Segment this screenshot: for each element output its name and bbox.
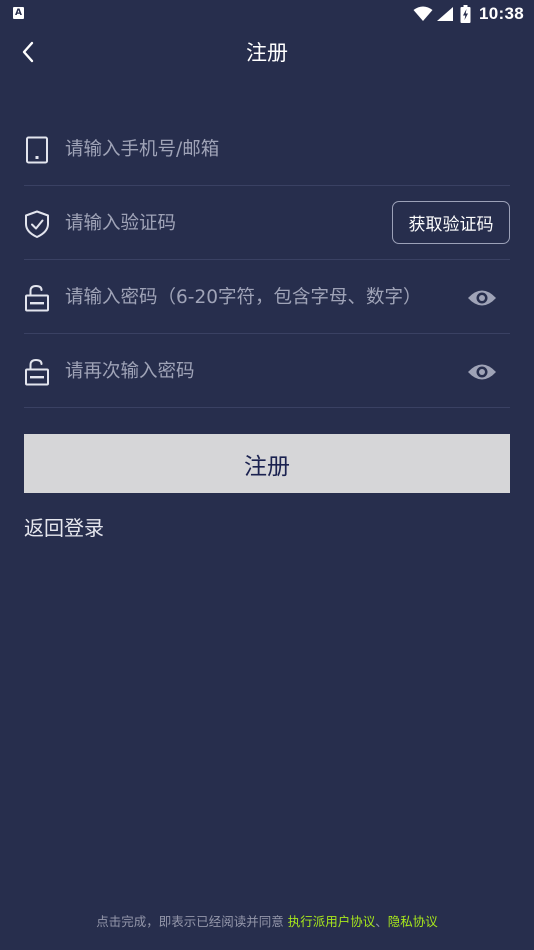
agreement-prefix: 点击完成，即表示已经阅读并同意 (96, 914, 288, 929)
shield-check-icon (24, 210, 50, 238)
get-code-button[interactable]: 获取验证码 (392, 201, 510, 244)
password-input[interactable] (65, 282, 455, 312)
password-confirm-row (24, 334, 510, 408)
status-time: 10:38 (479, 4, 524, 23)
account-input[interactable] (65, 134, 455, 164)
status-indicators: 10:38 (413, 4, 524, 24)
code-input[interactable] (65, 208, 365, 238)
back-to-login-link[interactable]: 返回登录 (24, 513, 104, 543)
title-bar: 注册 (0, 28, 534, 78)
eye-icon[interactable] (467, 361, 497, 383)
wifi-icon (413, 6, 433, 21)
register-button[interactable]: 注册 (24, 434, 510, 493)
privacy-policy-link[interactable]: 隐私协议 (388, 914, 438, 929)
agreement-notice: 点击完成，即表示已经阅读并同意 执行派用户协议、隐私协议 (0, 912, 534, 932)
unlock-icon (24, 284, 50, 312)
account-row (24, 112, 510, 186)
app-notification-icon (13, 7, 24, 19)
battery-charging-icon (460, 5, 471, 23)
register-form: 获取验证码 (24, 112, 510, 408)
user-agreement-link[interactable]: 执行派用户协议 (288, 914, 376, 929)
password-row (24, 260, 510, 334)
page-title: 注册 (246, 41, 288, 65)
phone-icon (24, 136, 50, 164)
unlock-icon (24, 358, 50, 386)
code-row: 获取验证码 (24, 186, 510, 260)
password-confirm-input[interactable] (65, 356, 455, 386)
cell-signal-icon (437, 7, 454, 21)
agreement-separator: 、 (375, 914, 388, 929)
status-bar: 10:38 (0, 0, 534, 28)
eye-icon[interactable] (467, 287, 497, 309)
